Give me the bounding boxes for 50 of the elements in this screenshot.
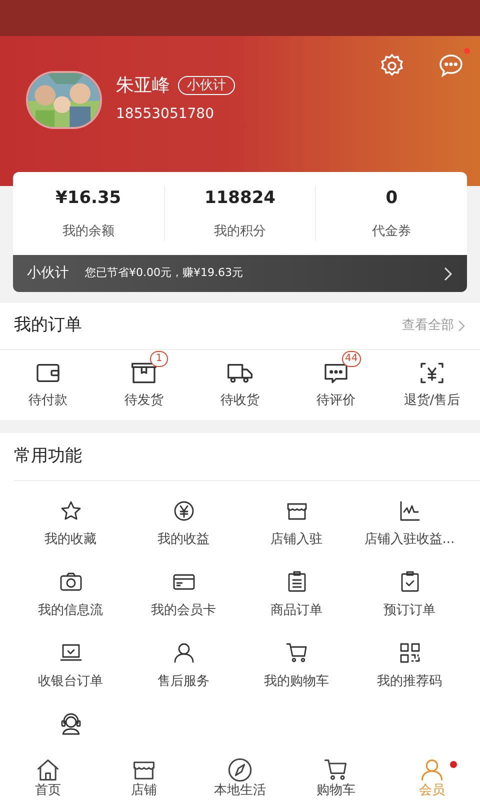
tab[interactable]: 店铺: [96, 755, 192, 800]
count-badge: 1: [150, 351, 168, 368]
order-status-button[interactable]: 1 待发货: [96, 350, 192, 420]
home-icon: [35, 756, 61, 782]
phone-number: 18553051780: [116, 105, 214, 124]
compass-icon: [227, 756, 253, 782]
yen-icon: [172, 499, 196, 523]
stat-value: 0: [386, 187, 398, 210]
function-button[interactable]: 我的收益: [127, 481, 240, 552]
stat-value: ¥16.35: [56, 187, 122, 210]
message-icon[interactable]: [437, 52, 465, 80]
function-button[interactable]: 我的会员卡: [127, 552, 240, 623]
level-badge: 小伙计: [178, 76, 235, 95]
order-status-button[interactable]: 退货/售后: [384, 350, 480, 420]
qr-code-icon: [398, 641, 422, 665]
tab[interactable]: 首页: [0, 755, 96, 800]
savings-text: 您已节省¥0.00元，赚¥19.63元: [85, 265, 244, 282]
function-button[interactable]: 店铺入驻: [240, 481, 353, 552]
function-button[interactable]: 收银台订单: [14, 623, 127, 694]
order-status-button[interactable]: 44 待评价: [288, 350, 384, 420]
order-status-button[interactable]: 待收货: [192, 350, 288, 420]
function-button[interactable]: 我的信息流: [14, 552, 127, 623]
section-title: 常用功能: [14, 444, 82, 468]
function-button[interactable]: 商品订单: [240, 552, 353, 623]
function-button[interactable]: 我的收藏: [14, 481, 127, 552]
tab[interactable]: 购物车: [288, 755, 384, 800]
function-button[interactable]: 预订订单: [353, 552, 466, 623]
user-name: 朱亚峰: [116, 74, 170, 98]
chevron-icon: [458, 320, 466, 332]
person-icon: [419, 756, 445, 782]
stat-label: 我的积分: [214, 222, 266, 240]
cart-icon: [323, 756, 349, 782]
cart-icon: [284, 641, 308, 665]
stat-value: 118824: [204, 187, 276, 210]
chart-icon: [398, 499, 422, 523]
person-icon: [172, 641, 196, 665]
section-title: 我的订单: [14, 314, 82, 338]
headset-icon: [58, 712, 82, 736]
stat-label: 代金券: [372, 222, 412, 240]
stat-label: 我的余额: [62, 222, 114, 240]
chevron-icon: [443, 266, 453, 280]
count-badge: 44: [342, 351, 361, 368]
function-button[interactable]: 售后服务: [127, 623, 240, 694]
function-button[interactable]: 店铺入驻收益...: [353, 481, 466, 552]
tab[interactable]: 本地生活: [192, 755, 288, 800]
partner-bar[interactable]: 小伙计 您已节省¥0.00元，赚¥19.63元: [13, 255, 467, 292]
function-button[interactable]: 我的推荐码: [353, 623, 466, 694]
order-status-button[interactable]: 待付款: [0, 350, 96, 420]
function-button[interactable]: 我的购物车: [240, 623, 353, 694]
partner-title: 小伙计: [27, 264, 69, 283]
